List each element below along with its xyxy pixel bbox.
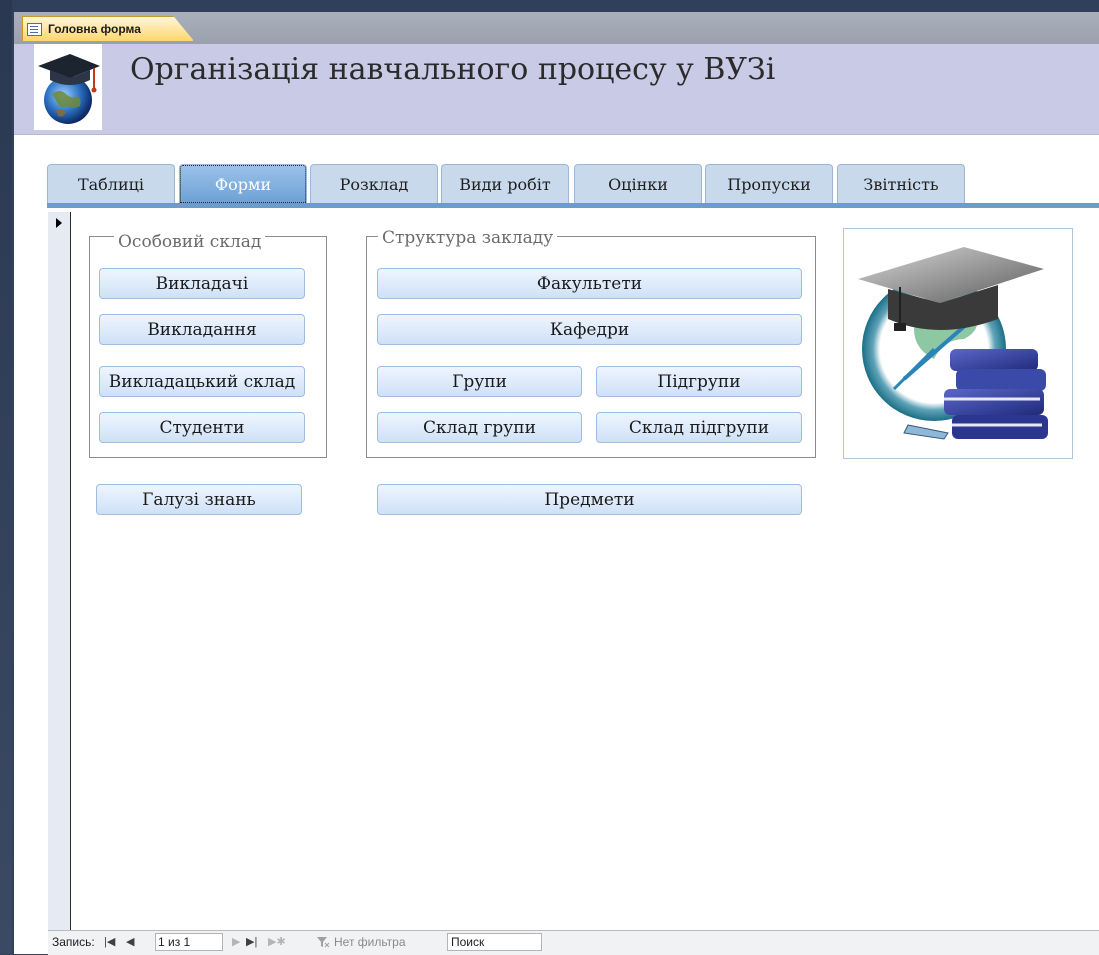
ribbon-edge [12, 0, 1099, 12]
button-label: Викладання [147, 319, 257, 340]
tab-label: Пропуски [727, 175, 811, 194]
tab-tables[interactable]: Таблиці [47, 164, 175, 204]
teaching-staff-button[interactable]: Викладацький склад [99, 366, 305, 397]
filter-status[interactable]: Нет фильтра [334, 935, 406, 949]
button-label: Склад підгрупи [628, 417, 770, 438]
first-record-icon[interactable]: |◀ [104, 935, 115, 948]
knowledge-fields-button[interactable]: Галузі знань [96, 484, 302, 515]
access-window: Головна форма Організація навчального пр… [0, 0, 1099, 955]
group-composition-button[interactable]: Склад групи [377, 412, 582, 443]
tab-grades[interactable]: Оцінки [574, 164, 702, 204]
tab-label: Види робіт [459, 175, 551, 194]
button-label: Предмети [544, 489, 635, 510]
tab-reports[interactable]: Звітність [837, 164, 965, 204]
form-icon [27, 22, 42, 36]
groups-button[interactable]: Групи [377, 366, 582, 397]
tab-schedule[interactable]: Розклад [310, 164, 438, 204]
tab-absences[interactable]: Пропуски [705, 164, 833, 204]
tab-label: Оцінки [608, 175, 668, 194]
previous-record-icon[interactable]: ◀ [126, 935, 134, 948]
subgroups-button[interactable]: Підгрупи [596, 366, 802, 397]
tab-label: Розклад [339, 175, 409, 194]
group-structure-title: Структура закладу [378, 228, 558, 248]
main-form: Організація навчального процесу у ВУЗі Т… [14, 44, 1099, 955]
search-input[interactable]: Поиск [447, 933, 542, 951]
next-record-icon[interactable]: ▶ [232, 935, 240, 948]
button-label: Галузі знань [142, 489, 256, 510]
record-selector[interactable] [48, 212, 71, 946]
document-tab-bar: Головна форма [14, 12, 1099, 44]
current-record-input[interactable]: 1 из 1 [155, 933, 223, 951]
group-personnel-title: Особовий склад [114, 232, 266, 252]
button-label: Викладачі [155, 273, 249, 294]
teaching-button[interactable]: Викладання [99, 314, 305, 345]
tab-forms[interactable]: Форми [179, 164, 307, 204]
faculties-button[interactable]: Факультети [377, 268, 802, 299]
form-header: Організація навчального процесу у ВУЗі [14, 44, 1099, 135]
new-record-icon[interactable]: ▶✱ [268, 935, 286, 948]
navigation-pane-edge [0, 0, 12, 954]
document-tab-label: Головна форма [48, 22, 141, 36]
teachers-button[interactable]: Викладачі [99, 268, 305, 299]
current-record-arrow-icon [56, 218, 62, 228]
record-navigation-bar: Запись: |◀ ◀ 1 из 1 ▶ ▶| ▶✱ Нет фильтра … [48, 930, 1099, 955]
button-label: Склад групи [423, 417, 536, 438]
tab-label: Таблиці [77, 175, 145, 194]
tab-label: Звітність [863, 175, 939, 194]
button-label: Групи [452, 371, 507, 392]
button-label: Факультети [536, 273, 643, 294]
subgroup-composition-button[interactable]: Склад підгрупи [596, 412, 802, 443]
tab-underline [47, 203, 1099, 208]
tab-work-types[interactable]: Види робіт [441, 164, 569, 204]
departments-button[interactable]: Кафедри [377, 314, 802, 345]
filter-icon [316, 936, 330, 951]
button-label: Студенти [159, 417, 245, 438]
button-label: Кафедри [549, 319, 630, 340]
document-window: Головна форма Організація навчального пр… [14, 12, 1099, 955]
record-label: Запись: [52, 935, 95, 949]
subjects-button[interactable]: Предмети [377, 484, 802, 515]
tab-label: Форми [214, 175, 272, 194]
app-title: Організація навчального процесу у ВУЗі [130, 52, 776, 87]
graduation-globe-logo [34, 44, 102, 130]
button-label: Підгрупи [657, 371, 741, 392]
students-button[interactable]: Студенти [99, 412, 305, 443]
button-label: Викладацький склад [108, 371, 296, 392]
document-tab-main-form[interactable]: Головна форма [22, 16, 194, 41]
education-clipart [843, 228, 1073, 459]
last-record-icon[interactable]: ▶| [246, 935, 257, 948]
